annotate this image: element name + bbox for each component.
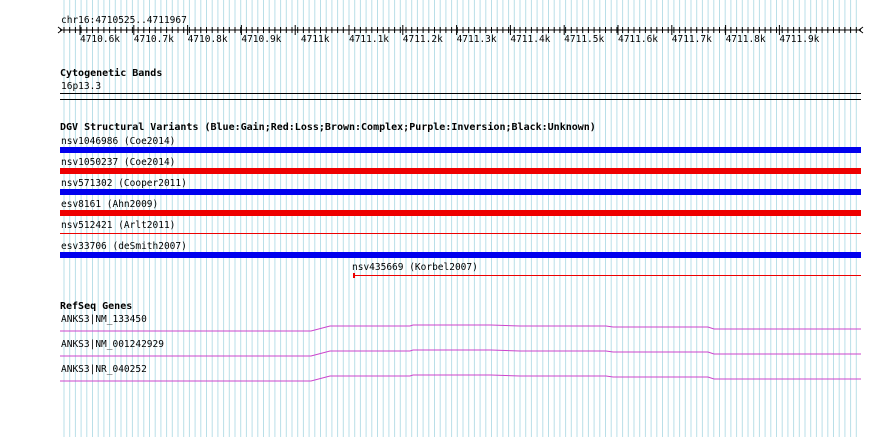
ruler-tick-label: 4711.9k bbox=[779, 34, 820, 45]
dgv-variant-feature[interactable] bbox=[60, 252, 861, 258]
ruler-tick-label: 4711.5k bbox=[564, 34, 605, 45]
refseq-track-title: RefSeq Genes bbox=[60, 301, 133, 312]
ruler-tick-label: 4711.6k bbox=[617, 34, 659, 45]
ruler-tick-label: 4711k bbox=[300, 34, 330, 45]
dgv-variant-label[interactable]: nsv1046986 (Coe2014) bbox=[61, 136, 175, 147]
ruler-tick-label: 4711.3k bbox=[456, 34, 497, 45]
ruler-tick-label: 4711.8k bbox=[725, 34, 766, 45]
cytoband-label[interactable]: 16p13.3 bbox=[61, 81, 101, 92]
ruler-tick-label: 4711.7k bbox=[671, 34, 712, 45]
dgv-variant-feature[interactable] bbox=[60, 147, 861, 153]
ruler-tick-label: 4710.7k bbox=[133, 34, 174, 45]
cytobands-track-title: Cytogenetic Bands bbox=[60, 68, 163, 79]
dgv-variant-label[interactable]: nsv571302 (Cooper2011) bbox=[61, 178, 187, 189]
dgv-variant-feature[interactable] bbox=[60, 210, 861, 216]
dgv-variant-feature[interactable] bbox=[60, 168, 861, 174]
dgv-track-title: DGV Structural Variants (Blue:Gain;Red:L… bbox=[60, 122, 596, 133]
ruler-tick-label: 4710.9k bbox=[241, 34, 282, 45]
refseq-gene-model[interactable] bbox=[0, 323, 890, 333]
dgv-variant-label[interactable]: nsv512421 (Arlt2011) bbox=[61, 220, 175, 231]
ruler-tick-label: 4711.4k bbox=[510, 34, 551, 45]
ruler-tick-label: 4710.8k bbox=[187, 34, 228, 45]
refseq-gene-model[interactable] bbox=[0, 348, 890, 358]
cytoband-line-top bbox=[60, 93, 861, 94]
dgv-variant-feature[interactable] bbox=[60, 233, 861, 234]
dgv-variant-label[interactable]: nsv435669 (Korbel2007) bbox=[352, 262, 478, 273]
dgv-variant-label[interactable]: esv33706 (deSmith2007) bbox=[61, 241, 187, 252]
ruler-tick-label: 4710.6k bbox=[79, 34, 121, 45]
ruler-tick-label: 4711.2k bbox=[402, 34, 443, 45]
ruler-tick-label: 4711.1k bbox=[348, 34, 390, 45]
refseq-gene-model[interactable] bbox=[0, 373, 890, 383]
genome-browser-view: chr16:4710525..4711967 4710.6k 4710.7k 471… bbox=[0, 0, 890, 437]
cytoband-line-bottom bbox=[60, 99, 861, 100]
dgv-variant-feature[interactable] bbox=[353, 275, 861, 276]
dgv-variant-label[interactable]: nsv1050237 (Coe2014) bbox=[61, 157, 175, 168]
dgv-variant-label[interactable]: esv8161 (Ahn2009) bbox=[61, 199, 158, 210]
dgv-variant-feature[interactable] bbox=[60, 189, 861, 195]
